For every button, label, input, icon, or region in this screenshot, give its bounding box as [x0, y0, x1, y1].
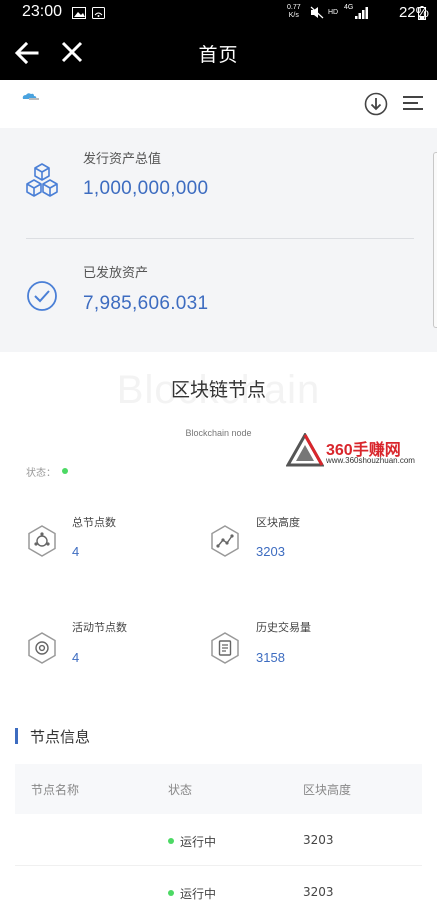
chart-line-icon — [211, 525, 239, 557]
node-height-cell: 3203 — [303, 885, 334, 899]
column-header-node-name: 节点名称 — [31, 783, 80, 797]
receipt-icon — [211, 632, 239, 664]
column-header-block-height: 区块高度 — [303, 783, 352, 797]
total-assets-label: 发行资产总值 — [83, 152, 162, 167]
issued-assets-value: 7,985,606.031 — [83, 293, 209, 314]
net-speed-unit: K/s — [288, 12, 299, 19]
node-status-cell: 运行中 — [180, 835, 217, 849]
cloud-logo-icon[interactable] — [20, 92, 40, 102]
stat-active-nodes-label: 活动节点数 — [72, 621, 127, 634]
4g-label: 4G — [344, 4, 354, 11]
stat-block-height-label: 区块高度 — [256, 516, 300, 529]
title-bar: 首页 — [0, 26, 437, 80]
watermark-logo-icon — [286, 433, 324, 467]
page-title: 首页 — [198, 44, 239, 66]
nodes-section-title: 节点信息 — [30, 728, 91, 746]
issued-assets-label: 已发放资产 — [83, 266, 149, 281]
scrollbar[interactable] — [433, 152, 437, 328]
hamburger-menu-icon[interactable] — [403, 95, 423, 111]
node-hub-icon — [28, 525, 56, 557]
stat-tx-volume-value: 3158 — [256, 650, 285, 665]
column-header-status: 状态 — [168, 783, 193, 797]
blockchain-section-title: 区块链节点 — [170, 379, 266, 401]
status-label: 状态： — [26, 468, 56, 479]
net-speed-value: 0.77 — [287, 4, 301, 11]
stat-total-nodes-value: 4 — [72, 544, 80, 559]
check-circle-icon — [27, 281, 57, 311]
stat-tx-volume-label: 历史交易量 — [256, 621, 311, 634]
section-accent-bar — [15, 728, 18, 744]
assets-panel: 发行资产总值 1,000,000,000 已发放资产 7,985,606.031 — [0, 128, 437, 352]
status-time: 23:00 — [22, 3, 63, 20]
image-notification-icon — [72, 7, 86, 19]
cast-notification-icon — [92, 7, 105, 19]
total-assets-value: 1,000,000,000 — [83, 178, 209, 199]
table-row[interactable]: 运行中 3203 — [15, 866, 422, 900]
node-height-cell: 3203 — [303, 833, 334, 847]
running-indicator — [168, 838, 174, 844]
divider — [26, 238, 414, 239]
cubes-icon — [26, 163, 58, 197]
node-status-cell: 运行中 — [180, 887, 217, 900]
signal-icon — [355, 7, 368, 19]
status-bar: 23:00 0.77 K/s HD 4G 22% — [0, 0, 437, 26]
active-node-icon — [28, 632, 56, 664]
table-row[interactable]: 运行中 3203 — [15, 814, 422, 866]
running-indicator — [168, 890, 174, 896]
battery-icon — [418, 6, 426, 20]
web-header — [0, 80, 437, 128]
mute-icon — [310, 6, 324, 19]
download-circle-icon[interactable] — [364, 92, 388, 116]
hd-label: HD — [328, 9, 339, 16]
status-indicator — [62, 468, 68, 474]
stat-total-nodes-label: 总节点数 — [72, 516, 116, 529]
stat-block-height-value: 3203 — [256, 544, 285, 559]
watermark-url: www.360shouzhuan.com — [326, 456, 415, 465]
nodes-table-header: 节点名称 状态 区块高度 — [15, 764, 422, 814]
net-speed: 0.77 K/s — [287, 4, 301, 20]
stat-active-nodes-value: 4 — [72, 650, 80, 665]
